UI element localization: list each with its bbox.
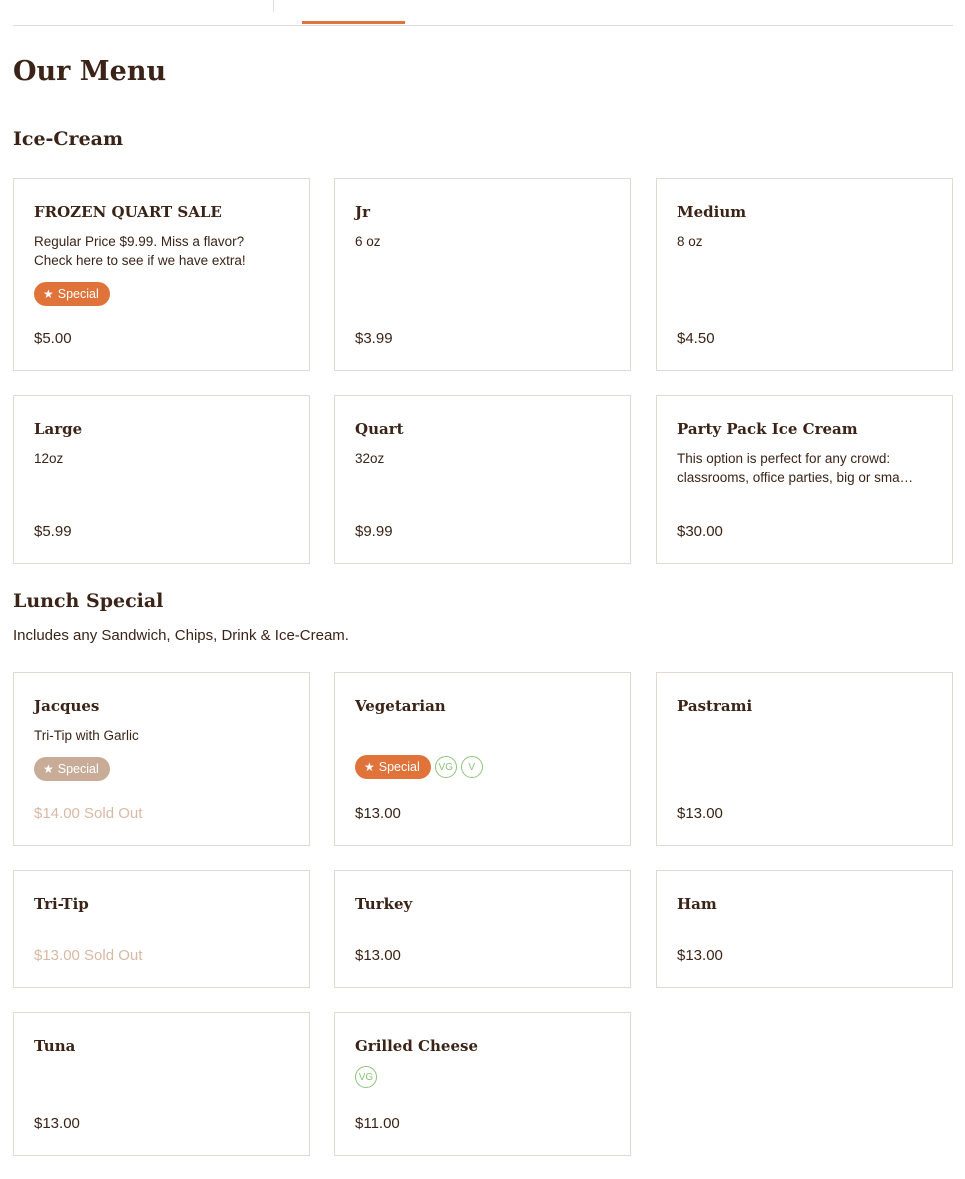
- menu-item-card[interactable]: Tri-Tip $13.00 Sold Out: [13, 870, 310, 988]
- item-price: $11.00: [355, 1115, 400, 1132]
- item-price: $13.00: [355, 947, 401, 964]
- item-name: FROZEN QUART SALE: [34, 203, 222, 221]
- item-price: $13.00: [34, 1115, 80, 1132]
- vegan-icon: VG: [434, 756, 457, 778]
- item-name: Medium: [677, 203, 747, 221]
- top-navigation: [13, 0, 953, 26]
- page-title: Our Menu: [13, 56, 167, 87]
- item-price: $3.99: [355, 330, 393, 347]
- item-badges: ★ Special: [34, 282, 110, 306]
- item-price: $13.00 Sold Out: [34, 947, 143, 964]
- active-tab-indicator: [302, 21, 405, 24]
- item-name: Ham: [677, 895, 717, 913]
- item-name: Jacques: [34, 697, 100, 715]
- item-name: Party Pack Ice Cream: [677, 420, 858, 438]
- star-icon: ★: [43, 762, 54, 776]
- item-description: 32oz: [355, 451, 385, 466]
- item-price: $5.00: [34, 330, 72, 347]
- item-description: This option is perfect for any crowd: cl…: [677, 449, 934, 487]
- special-badge: ★ Special: [34, 282, 110, 306]
- item-price: $30.00: [677, 523, 723, 540]
- item-description: Tri-Tip with Garlic: [34, 728, 139, 743]
- menu-item-card[interactable]: Jacques Tri-Tip with Garlic ★ Special $1…: [13, 672, 310, 846]
- star-icon: ★: [364, 760, 375, 774]
- item-description: Regular Price $9.99. Miss a flavor? Chec…: [34, 232, 291, 270]
- menu-item-card[interactable]: FROZEN QUART SALE Regular Price $9.99. M…: [13, 178, 310, 371]
- item-name: Quart: [355, 420, 404, 438]
- menu-item-card[interactable]: Medium 8 oz $4.50: [656, 178, 953, 371]
- item-price: $14.00 Sold Out: [34, 805, 143, 822]
- item-price: $13.00: [355, 805, 401, 822]
- item-badges: VG: [355, 1066, 377, 1088]
- item-description-line: This option is perfect for any crowd:: [677, 451, 891, 466]
- item-name: Large: [34, 420, 83, 438]
- menu-item-card[interactable]: Ham $13.00: [656, 870, 953, 988]
- menu-item-card[interactable]: Turkey $13.00: [334, 870, 631, 988]
- menu-item-card[interactable]: Large 12oz $5.99: [13, 395, 310, 564]
- item-price: $4.50: [677, 330, 715, 347]
- menu-item-card[interactable]: Grilled Cheese VG $11.00: [334, 1012, 631, 1156]
- special-badge-label: Special: [57, 287, 99, 301]
- vegetarian-icon: V: [460, 756, 483, 778]
- special-badge-label: Special: [378, 760, 420, 774]
- star-icon: ★: [43, 287, 54, 301]
- item-description-line: classrooms, office parties, big or sma…: [677, 470, 914, 485]
- item-price: $13.00: [677, 947, 723, 964]
- item-name: Jr: [355, 203, 370, 221]
- section-title-lunch-special: Lunch Special: [13, 590, 164, 612]
- item-badges: ★ Special: [34, 757, 110, 781]
- item-name: Pastrami: [677, 697, 753, 715]
- menu-item-card[interactable]: Quart 32oz $9.99: [334, 395, 631, 564]
- item-description-line: Regular Price $9.99. Miss a flavor?: [34, 234, 245, 249]
- menu-item-card[interactable]: Party Pack Ice Cream This option is perf…: [656, 395, 953, 564]
- menu-item-card[interactable]: Vegetarian ★ Special VG V $13.00: [334, 672, 631, 846]
- item-name: Tuna: [34, 1037, 76, 1055]
- section-description: Includes any Sandwich, Chips, Drink & Ic…: [13, 627, 349, 644]
- menu-item-card[interactable]: Tuna $13.00: [13, 1012, 310, 1156]
- item-description-line: Check here to see if we have extra!: [34, 253, 246, 268]
- vegan-icon: VG: [355, 1066, 377, 1088]
- item-price: $13.00: [677, 805, 723, 822]
- item-name: Turkey: [355, 895, 413, 913]
- special-badge: ★ Special: [34, 757, 110, 781]
- special-badge-label: Special: [57, 762, 99, 776]
- item-description: 8 oz: [677, 234, 703, 249]
- item-price: $5.99: [34, 523, 72, 540]
- menu-item-card[interactable]: Jr 6 oz $3.99: [334, 178, 631, 371]
- item-price: $9.99: [355, 523, 393, 540]
- item-name: Grilled Cheese: [355, 1037, 478, 1055]
- item-description: 6 oz: [355, 234, 381, 249]
- menu-item-card[interactable]: Pastrami $13.00: [656, 672, 953, 846]
- item-name: Vegetarian: [355, 697, 446, 715]
- item-name: Tri-Tip: [34, 895, 89, 913]
- special-badge: ★ Special: [355, 755, 431, 779]
- item-badges: ★ Special VG V: [355, 755, 483, 779]
- item-description: 12oz: [34, 451, 64, 466]
- section-title-ice-cream: Ice-Cream: [13, 128, 124, 150]
- nav-divider: [273, 0, 274, 12]
